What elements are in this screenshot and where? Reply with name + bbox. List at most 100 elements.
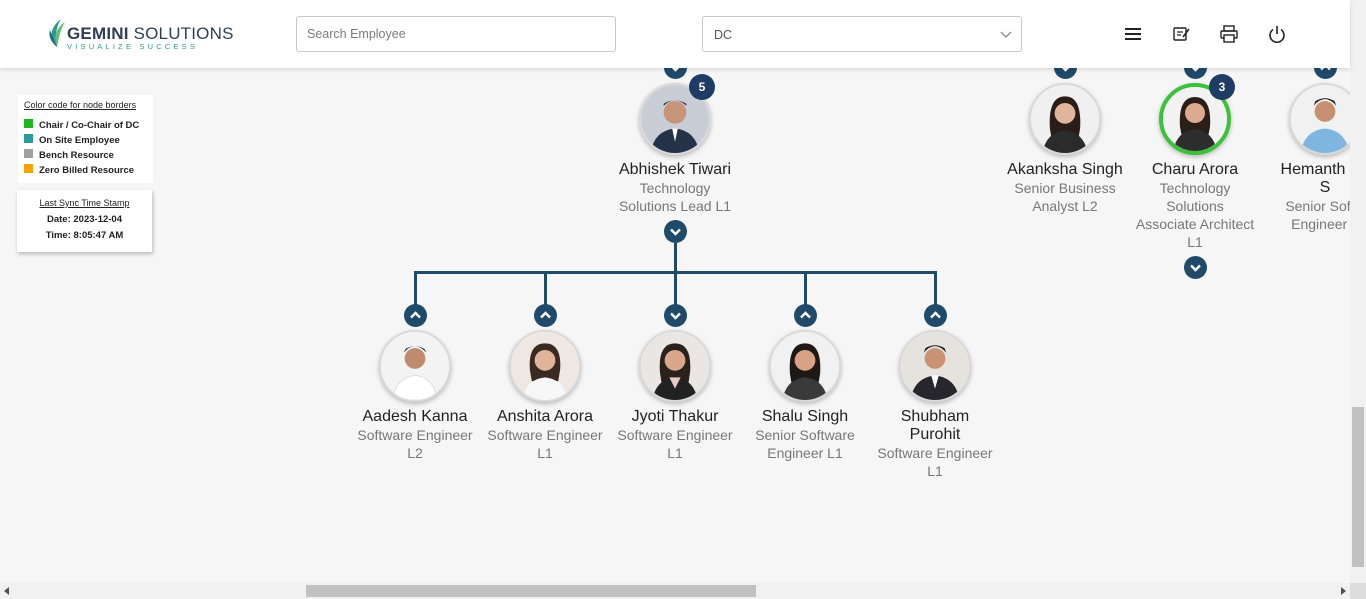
chevron-up-icon <box>1320 68 1331 71</box>
legend-item: Chair / Co-Chair of DC <box>24 118 147 133</box>
collapse-toggle[interactable] <box>404 304 427 327</box>
employee-role: Engineer L1 <box>767 445 843 461</box>
logo-wordmark: GEMINI SOLUTIONS <box>67 24 234 43</box>
legend-item: On Site Employee <box>24 133 147 148</box>
collapse-toggle[interactable] <box>664 220 687 243</box>
legend-item: Bench Resource <box>24 148 147 163</box>
employee-role: Senior Software <box>755 427 855 443</box>
scroll-left-icon[interactable] <box>4 587 9 595</box>
employee-card: Anshita Arora Software Engineer L1 <box>475 408 615 462</box>
employee-role: Solutions <box>1166 198 1224 214</box>
dc-select-value: DC <box>714 28 733 42</box>
leaf-logo-icon <box>49 19 65 47</box>
chevron-up-icon <box>930 311 941 319</box>
chevron-down-icon <box>670 228 681 236</box>
employee-avatar[interactable] <box>509 330 581 402</box>
employee-name: Akanksha Singh <box>1007 161 1123 178</box>
chevron-down-icon <box>1061 68 1070 72</box>
employee-name: Abhishek Tiwari <box>618 161 732 178</box>
top-header: GEMINI SOLUTIONS VISUALIZE SUCCESS DC <box>0 0 1350 68</box>
employee-name: Purohit <box>909 426 961 443</box>
employee-card: Shalu Singh Senior Software Engineer L1 <box>735 408 875 462</box>
connector-line <box>674 243 677 273</box>
employee-avatar[interactable] <box>1029 83 1101 155</box>
expand-toggle-up[interactable] <box>1184 68 1207 79</box>
feedback-icon[interactable] <box>1171 24 1191 44</box>
gray-swatch-icon <box>24 149 33 158</box>
connector-line <box>934 271 937 307</box>
menu-icon[interactable] <box>1123 24 1143 44</box>
sync-title: Last Sync Time Stamp <box>39 198 130 208</box>
employee-role: L1 <box>927 463 943 479</box>
report-count-badge: 5 <box>689 74 715 100</box>
employee-role: Software Engineer <box>487 427 603 443</box>
employee-role: Senior Business <box>1014 180 1116 196</box>
employee-avatar[interactable] <box>769 330 841 402</box>
collapse-toggle[interactable] <box>794 304 817 327</box>
employee-card: Abhishek Tiwari Technology Solutions Lea… <box>605 161 745 215</box>
employee-role: L1 <box>1187 234 1203 250</box>
org-chart-canvas[interactable]: 5 Abhishek Tiwari Technology Solutions L… <box>0 68 1350 583</box>
collapse-toggle[interactable] <box>924 304 947 327</box>
orange-swatch-icon <box>24 164 33 173</box>
person-photo-icon <box>511 332 579 400</box>
teal-swatch-icon <box>24 134 33 143</box>
last-sync-panel: Last Sync Time Stamp Date: 2023-12-04 Ti… <box>17 190 152 252</box>
collapse-toggle[interactable] <box>534 304 557 327</box>
legend-item-label: Zero Billed Resource <box>39 165 135 176</box>
connector-line <box>414 271 417 307</box>
employee-name: Hemanth Ku <box>1280 161 1350 178</box>
employee-avatar[interactable] <box>379 330 451 402</box>
report-count-badge: 3 <box>1209 74 1235 100</box>
employee-avatar[interactable] <box>1289 83 1350 155</box>
scroll-right-icon[interactable] <box>1341 587 1346 595</box>
legend-item-label: Chair / Co-Chair of DC <box>39 120 140 131</box>
employee-avatar[interactable] <box>899 330 971 402</box>
logo-tagline: VISUALIZE SUCCESS <box>67 42 199 51</box>
collapse-toggle[interactable] <box>664 304 687 327</box>
scrollbar-corner <box>1350 583 1366 599</box>
employee-role: L1 <box>667 445 683 461</box>
search-employee-input[interactable] <box>296 16 616 52</box>
connector-line <box>804 271 807 307</box>
border-color-legend: Color code for node borders Chair / Co-C… <box>18 95 153 183</box>
employee-name: Anshita Arora <box>496 408 594 425</box>
employee-name: Shubham <box>900 408 970 425</box>
connector-line <box>544 271 547 307</box>
employee-name: S <box>1319 179 1331 196</box>
person-photo-icon <box>901 332 969 400</box>
dc-select[interactable]: DC <box>702 16 1022 52</box>
expand-toggle-up[interactable] <box>1054 68 1077 79</box>
person-photo-icon <box>641 332 709 400</box>
employee-role: Software Engineer <box>877 445 993 461</box>
employee-name: Aadesh Kanna <box>362 408 468 425</box>
vertical-scrollbar[interactable] <box>1350 0 1366 583</box>
employee-card: Hemanth Ku S Senior Softw Engineer L <box>1255 161 1350 233</box>
employee-avatar[interactable] <box>639 330 711 402</box>
power-icon[interactable] <box>1267 24 1287 44</box>
expand-toggle-up[interactable] <box>664 68 687 79</box>
employee-card: Jyoti Thakur Software Engineer L1 <box>605 408 745 462</box>
employee-role: Associate Architect <box>1135 216 1255 232</box>
print-icon[interactable] <box>1219 24 1239 44</box>
employee-role: Technology <box>1159 180 1231 196</box>
employee-role: Software Engineer <box>617 427 733 443</box>
green-swatch-icon <box>24 119 33 128</box>
person-photo-icon <box>381 332 449 400</box>
employee-role: L1 <box>537 445 553 461</box>
connector-line <box>674 271 677 307</box>
company-logo[interactable]: GEMINI SOLUTIONS VISUALIZE SUCCESS <box>47 16 233 52</box>
chevron-up-icon <box>540 311 551 319</box>
employee-name: Jyoti Thakur <box>631 408 719 425</box>
person-photo-icon <box>771 332 839 400</box>
expand-toggle-up[interactable] <box>1314 68 1337 79</box>
expand-toggle[interactable] <box>1184 256 1207 279</box>
chevron-down-icon <box>671 68 680 72</box>
horizontal-scroll-thumb[interactable] <box>306 585 756 597</box>
horizontal-scrollbar[interactable] <box>0 583 1350 599</box>
employee-card: Aadesh Kanna Software Engineer L2 <box>345 408 485 462</box>
sync-time: Time: 8:05:47 AM <box>45 230 124 241</box>
employee-role: Analyst L2 <box>1032 198 1098 214</box>
vertical-scroll-thumb[interactable] <box>1352 407 1364 567</box>
chevron-down-icon <box>1000 31 1012 38</box>
